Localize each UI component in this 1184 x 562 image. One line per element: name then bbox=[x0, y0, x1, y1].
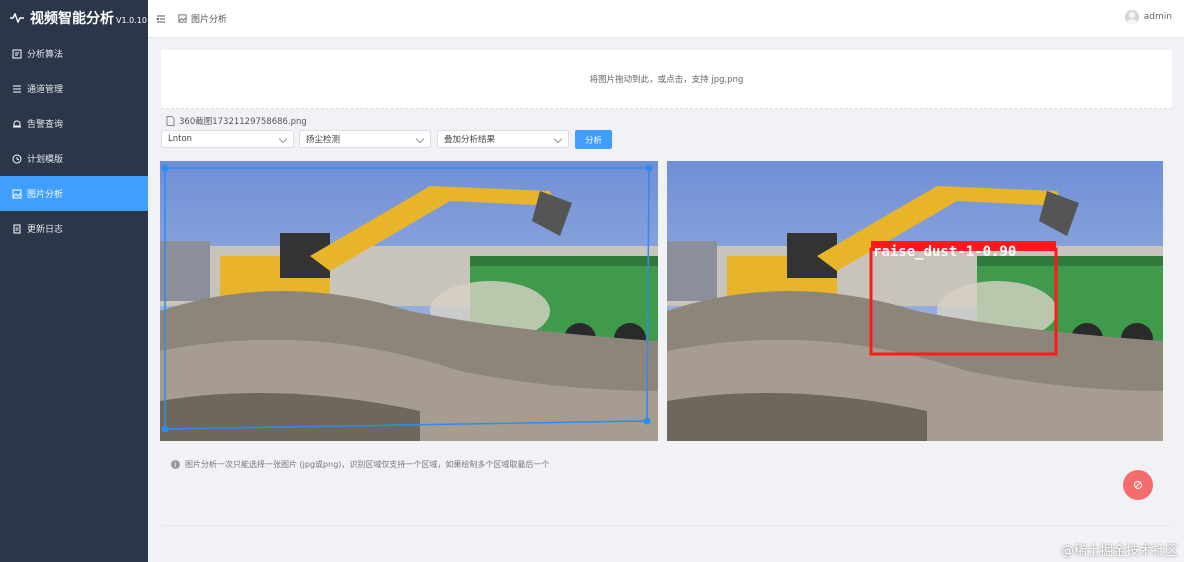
algorithm-icon bbox=[12, 49, 22, 58]
result-image-panel: raise_dust-1-0.90 bbox=[667, 161, 1163, 441]
sidebar-item-alarms[interactable]: 告警查询 bbox=[0, 106, 148, 141]
sidebar-item-label: 更新日志 bbox=[27, 225, 64, 235]
sidebar-item-schedule[interactable]: 计划模版 bbox=[0, 141, 148, 176]
detection-label: raise_dust-1-0.90 bbox=[873, 244, 1016, 260]
channel-select-value: Lnton bbox=[168, 134, 193, 144]
image-icon bbox=[12, 189, 22, 198]
info-icon: i bbox=[171, 460, 180, 469]
avatar bbox=[1124, 10, 1139, 24]
menu-toggle-icon[interactable] bbox=[156, 14, 166, 24]
file-icon bbox=[166, 116, 175, 126]
overlay-select-value: 叠加分析结果 bbox=[444, 135, 496, 145]
sidebar-item-changelog[interactable]: 更新日志 bbox=[0, 211, 148, 246]
algorithm-select[interactable]: 扬尘检测 bbox=[299, 130, 431, 148]
chevron-down-icon bbox=[278, 134, 288, 144]
file-name: 360截图17321129758686.png bbox=[179, 117, 307, 127]
brand: 视频智能分析 V1.0.10 bbox=[0, 0, 148, 36]
chevron-down-icon bbox=[553, 134, 563, 144]
source-image-panel[interactable] bbox=[160, 161, 658, 441]
app-title: 视频智能分析 bbox=[30, 11, 114, 27]
sidebar-item-label: 告警查询 bbox=[27, 120, 64, 130]
sidebar-item-algorithm[interactable]: 分析算法 bbox=[0, 36, 148, 71]
sidebar-item-label: 通道管理 bbox=[27, 85, 64, 95]
document-icon bbox=[13, 224, 21, 233]
sidebar-item-channels[interactable]: 通道管理 bbox=[0, 71, 148, 106]
app-version: V1.0.10 bbox=[116, 15, 147, 25]
breadcrumb: 图片分析 bbox=[178, 12, 227, 25]
upload-hint: 将图片拖动到此，或点击，支持 jpg,png bbox=[589, 75, 744, 85]
breadcrumb-label: 图片分析 bbox=[191, 15, 228, 25]
sidebar-item-label: 计划模版 bbox=[27, 155, 64, 165]
sidebar-item-image-analysis[interactable]: 图片分析 bbox=[0, 176, 148, 211]
sidebar-menu: 分析算法 通道管理 告警查询 计划模版 图片分析 更新日志 bbox=[0, 36, 148, 246]
overlay-select[interactable]: 叠加分析结果 bbox=[437, 130, 569, 148]
divider bbox=[161, 525, 1172, 526]
pulse-icon bbox=[10, 13, 24, 23]
uploaded-file[interactable]: 360截图17321129758686.png bbox=[166, 115, 307, 127]
top-bar: 图片分析 admin bbox=[148, 0, 1184, 38]
image-icon bbox=[178, 14, 187, 23]
sidebar-item-label: 图片分析 bbox=[27, 190, 64, 200]
upload-dropzone[interactable]: 将图片拖动到此，或点击，支持 jpg,png bbox=[161, 50, 1172, 109]
edit-icon bbox=[1134, 481, 1142, 489]
list-icon bbox=[13, 85, 21, 92]
floating-action-button[interactable] bbox=[1123, 470, 1153, 500]
watermark: @稀土掘金技术社区 bbox=[1060, 544, 1178, 559]
username: admin bbox=[1143, 12, 1172, 22]
clock-icon bbox=[12, 154, 22, 163]
analyze-button[interactable]: 分析 bbox=[575, 130, 612, 149]
usage-tip-text: 图片分析一次只能选择一张图片 (jpg或png)，识别区域仅支持一个区域，如果绘… bbox=[185, 460, 550, 469]
algorithm-select-value: 扬尘检测 bbox=[306, 135, 341, 145]
chevron-down-icon bbox=[415, 134, 425, 144]
user-menu[interactable]: admin bbox=[1124, 10, 1172, 24]
usage-tip: i 图片分析一次只能选择一张图片 (jpg或png)，识别区域仅支持一个区域，如… bbox=[171, 459, 549, 470]
result-image: raise_dust-1-0.90 bbox=[667, 161, 1163, 441]
sidebar: 视频智能分析 V1.0.10 分析算法 通道管理 告警查询 计划模版 图片分析 … bbox=[0, 0, 148, 562]
channel-select[interactable]: Lnton bbox=[161, 130, 294, 148]
sidebar-item-label: 分析算法 bbox=[27, 50, 64, 60]
main-content: 将图片拖动到此，或点击，支持 jpg,png 360截图173211297586… bbox=[148, 38, 1184, 562]
bell-icon bbox=[13, 119, 21, 127]
source-image[interactable] bbox=[160, 161, 658, 441]
